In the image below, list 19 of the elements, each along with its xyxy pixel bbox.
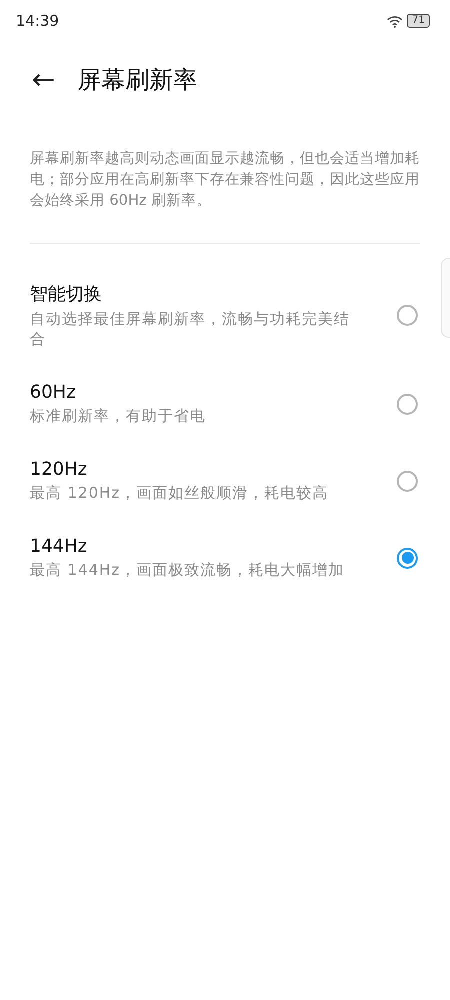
status-time: 14:39 xyxy=(16,12,60,30)
back-button[interactable]: ← xyxy=(32,66,56,94)
option-subtitle: 最高 144Hz，画面极致流畅，耗电大幅增加 xyxy=(30,560,346,580)
radio-button[interactable] xyxy=(397,548,418,568)
radio-button[interactable] xyxy=(397,470,418,492)
option-subtitle: 最高 120Hz，画面如丝般顺滑，耗电较高 xyxy=(30,483,330,503)
edge-handle[interactable] xyxy=(441,258,450,338)
battery-indicator: 71 xyxy=(407,14,430,28)
radio-button[interactable] xyxy=(397,305,418,326)
description-text: 屏幕刷新率越高则动态画面显示越流畅，但也会适当增加耗电；部分应用在高刷新率下存在兼容性问题，因此这些应用会始终采用 60Hz 刷新率。 xyxy=(30,149,420,211)
option-title: 60Hz xyxy=(30,382,77,403)
option-title: 120Hz xyxy=(30,459,88,480)
option-subtitle: 标准刷新率，有助于省电 xyxy=(30,406,207,426)
option-title: 144Hz xyxy=(30,536,88,557)
wifi-icon xyxy=(387,14,404,28)
page-title: 屏幕刷新率 xyxy=(77,65,198,96)
option-subtitle: 自动选择最佳屏幕刷新率，流畅与功耗完美结合 xyxy=(30,309,351,349)
option-title: 智能切换 xyxy=(30,283,103,306)
radio-button[interactable] xyxy=(397,394,418,414)
